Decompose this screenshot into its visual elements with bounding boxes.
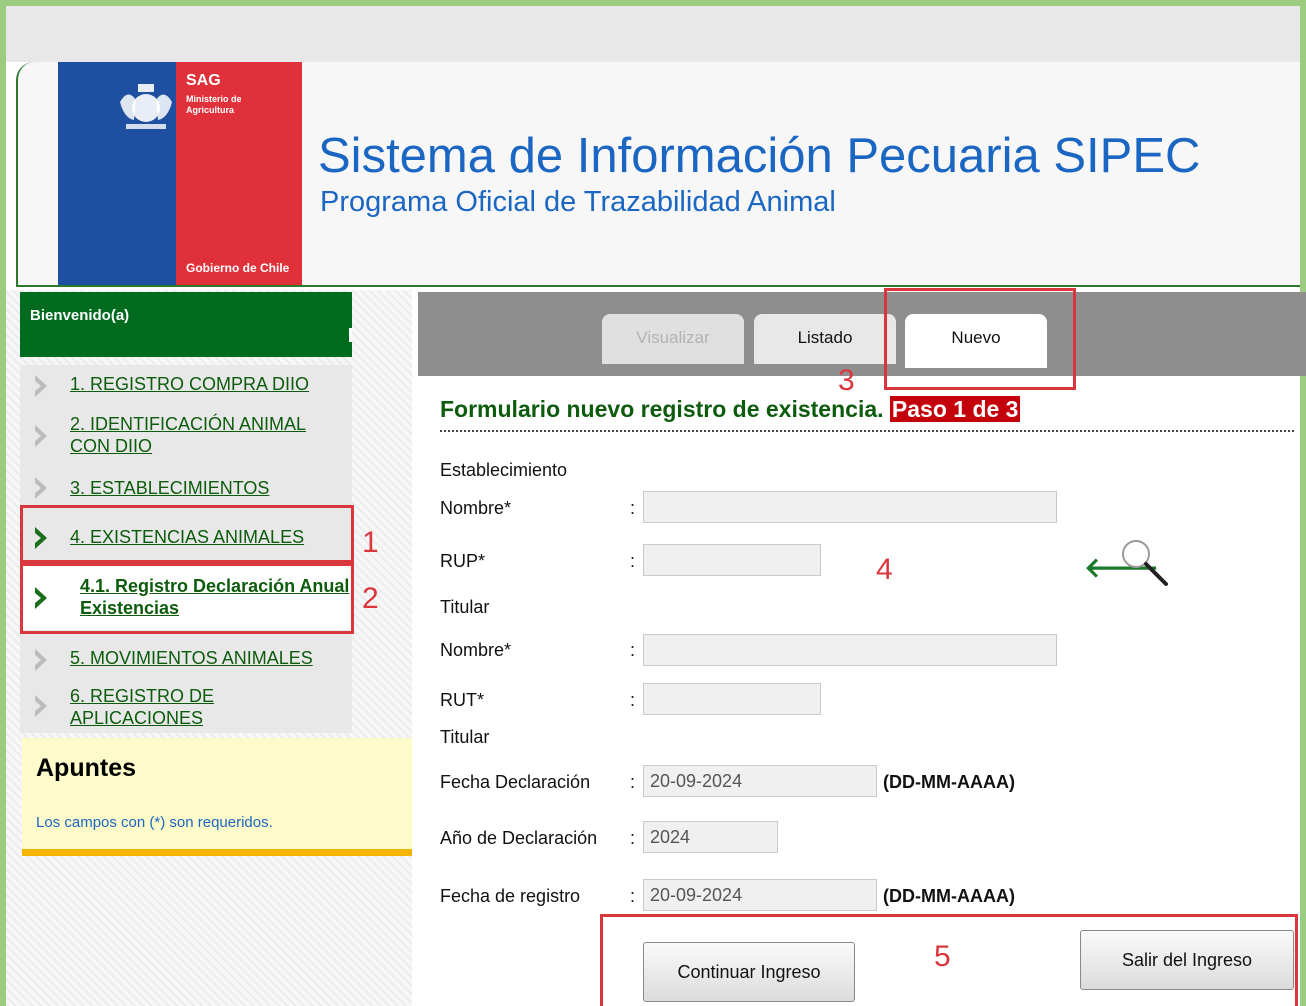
colon: : xyxy=(630,640,636,660)
tab-listado[interactable]: Listado xyxy=(754,314,896,364)
chevron-right-icon xyxy=(35,649,47,671)
logo-blue-panel xyxy=(58,62,176,285)
anio-declaracion-input[interactable] xyxy=(643,821,778,853)
annotation-number-3: 3 xyxy=(838,364,855,397)
sidebar-item-registro-compra[interactable]: 1. REGISTRO COMPRA DIIO xyxy=(20,371,360,399)
section-establecimiento: Establecimiento xyxy=(440,460,568,480)
sidebar-link[interactable]: 2. IDENTIFICACIÓN ANIMAL CON DIIO xyxy=(70,413,350,457)
section-titular: Titular xyxy=(440,597,490,617)
anio-declaracion-label: Año de Declaración xyxy=(440,828,598,848)
tab-bar: Visualizar Listado Nuevo xyxy=(418,292,1306,376)
date-format-hint: (DD-MM-AAAA) xyxy=(883,886,1015,906)
est-nombre-input[interactable] xyxy=(643,491,1057,523)
sidebar-item-identificacion[interactable]: 2. IDENTIFICACIÓN ANIMAL CON DIIO xyxy=(20,411,360,459)
tit-nombre-label: Nombre* xyxy=(440,640,512,660)
welcome-marker xyxy=(349,328,352,342)
fecha-declaracion-input[interactable] xyxy=(643,765,877,797)
sidebar-item-aplicaciones[interactable]: 6. REGISTRO DE APLICACIONES xyxy=(20,683,360,731)
rup-label: RUP* xyxy=(440,551,486,571)
chevron-right-icon xyxy=(35,375,47,397)
logo-ministry-text: Ministerio de Agricultura xyxy=(186,94,242,115)
est-nombre-label: Nombre* xyxy=(440,498,512,518)
fecha-declaracion-label: Fecha Declaración xyxy=(440,772,591,792)
sidebar-item-movimientos[interactable]: 5. MOVIMIENTOS ANIMALES xyxy=(20,645,360,673)
notes-title: Apuntes xyxy=(36,754,136,782)
section-titular-2: Titular xyxy=(440,727,490,747)
welcome-text: Bienvenido(a) xyxy=(30,307,130,324)
site-title: Sistema de Información Pecuaria SIPEC xyxy=(318,129,1201,183)
annotation-box-1 xyxy=(20,505,354,563)
fecha-registro-label: Fecha de registro xyxy=(440,886,581,906)
logo-government-text: Gobierno de Chile xyxy=(186,261,290,275)
coat-of-arms-icon xyxy=(120,84,172,129)
chevron-right-icon xyxy=(35,425,47,447)
form-title: Formulario nuevo registro de existencia.… xyxy=(440,396,1021,423)
sidebar-link[interactable]: 5. MOVIMIENTOS ANIMALES xyxy=(70,647,313,669)
sidebar-link[interactable]: 3. ESTABLECIMIENTOS xyxy=(70,477,269,499)
colon: : xyxy=(630,498,636,518)
tit-nombre-input[interactable] xyxy=(643,634,1057,666)
sidebar-link[interactable]: 1. REGISTRO COMPRA DIIO xyxy=(70,373,309,395)
sidebar-item-establecimientos[interactable]: 3. ESTABLECIMIENTOS xyxy=(20,473,360,501)
tab-visualizar: Visualizar xyxy=(602,314,744,364)
fecha-registro-input[interactable] xyxy=(643,879,877,911)
colon: : xyxy=(630,772,636,792)
colon: : xyxy=(630,828,636,848)
rup-input[interactable] xyxy=(643,544,821,576)
logo-red-panel: SAG Ministerio de Agricultura Gobierno d… xyxy=(176,62,302,285)
welcome-banner: Bienvenido(a) xyxy=(20,292,352,357)
annotation-number-5: 5 xyxy=(934,940,951,973)
rut-label: RUT* xyxy=(440,690,484,710)
colon: : xyxy=(630,551,636,571)
annotation-number-4: 4 xyxy=(876,553,893,586)
site-subtitle: Programa Oficial de Trazabilidad Animal xyxy=(320,186,836,218)
step-badge: Paso 1 de 3 xyxy=(889,396,1021,422)
annotation-box-2 xyxy=(20,563,354,634)
site-header: SAG Ministerio de Agricultura Gobierno d… xyxy=(16,62,1300,287)
notes-panel: Apuntes Los campos con (*) son requerido… xyxy=(22,738,412,856)
colon: : xyxy=(630,886,636,906)
annotation-number-1: 1 xyxy=(362,526,379,559)
notes-text: Los campos con (*) son requeridos. xyxy=(36,814,273,831)
form-divider xyxy=(440,430,1294,432)
browser-top-bar xyxy=(6,6,1300,62)
logo-sag-text: SAG xyxy=(186,72,221,89)
sidebar-link[interactable]: 6. REGISTRO DE APLICACIONES xyxy=(70,685,270,729)
magnifier-icon[interactable] xyxy=(1116,534,1172,590)
chevron-right-icon xyxy=(35,477,47,499)
form-title-text: Formulario nuevo registro de existencia. xyxy=(440,396,884,422)
colon: : xyxy=(630,690,636,710)
chevron-right-icon xyxy=(35,695,47,717)
date-format-hint: (DD-MM-AAAA) xyxy=(883,772,1015,792)
annotation-number-2: 2 xyxy=(362,582,379,615)
annotation-box-3 xyxy=(884,288,1076,390)
rut-input[interactable] xyxy=(643,683,821,715)
